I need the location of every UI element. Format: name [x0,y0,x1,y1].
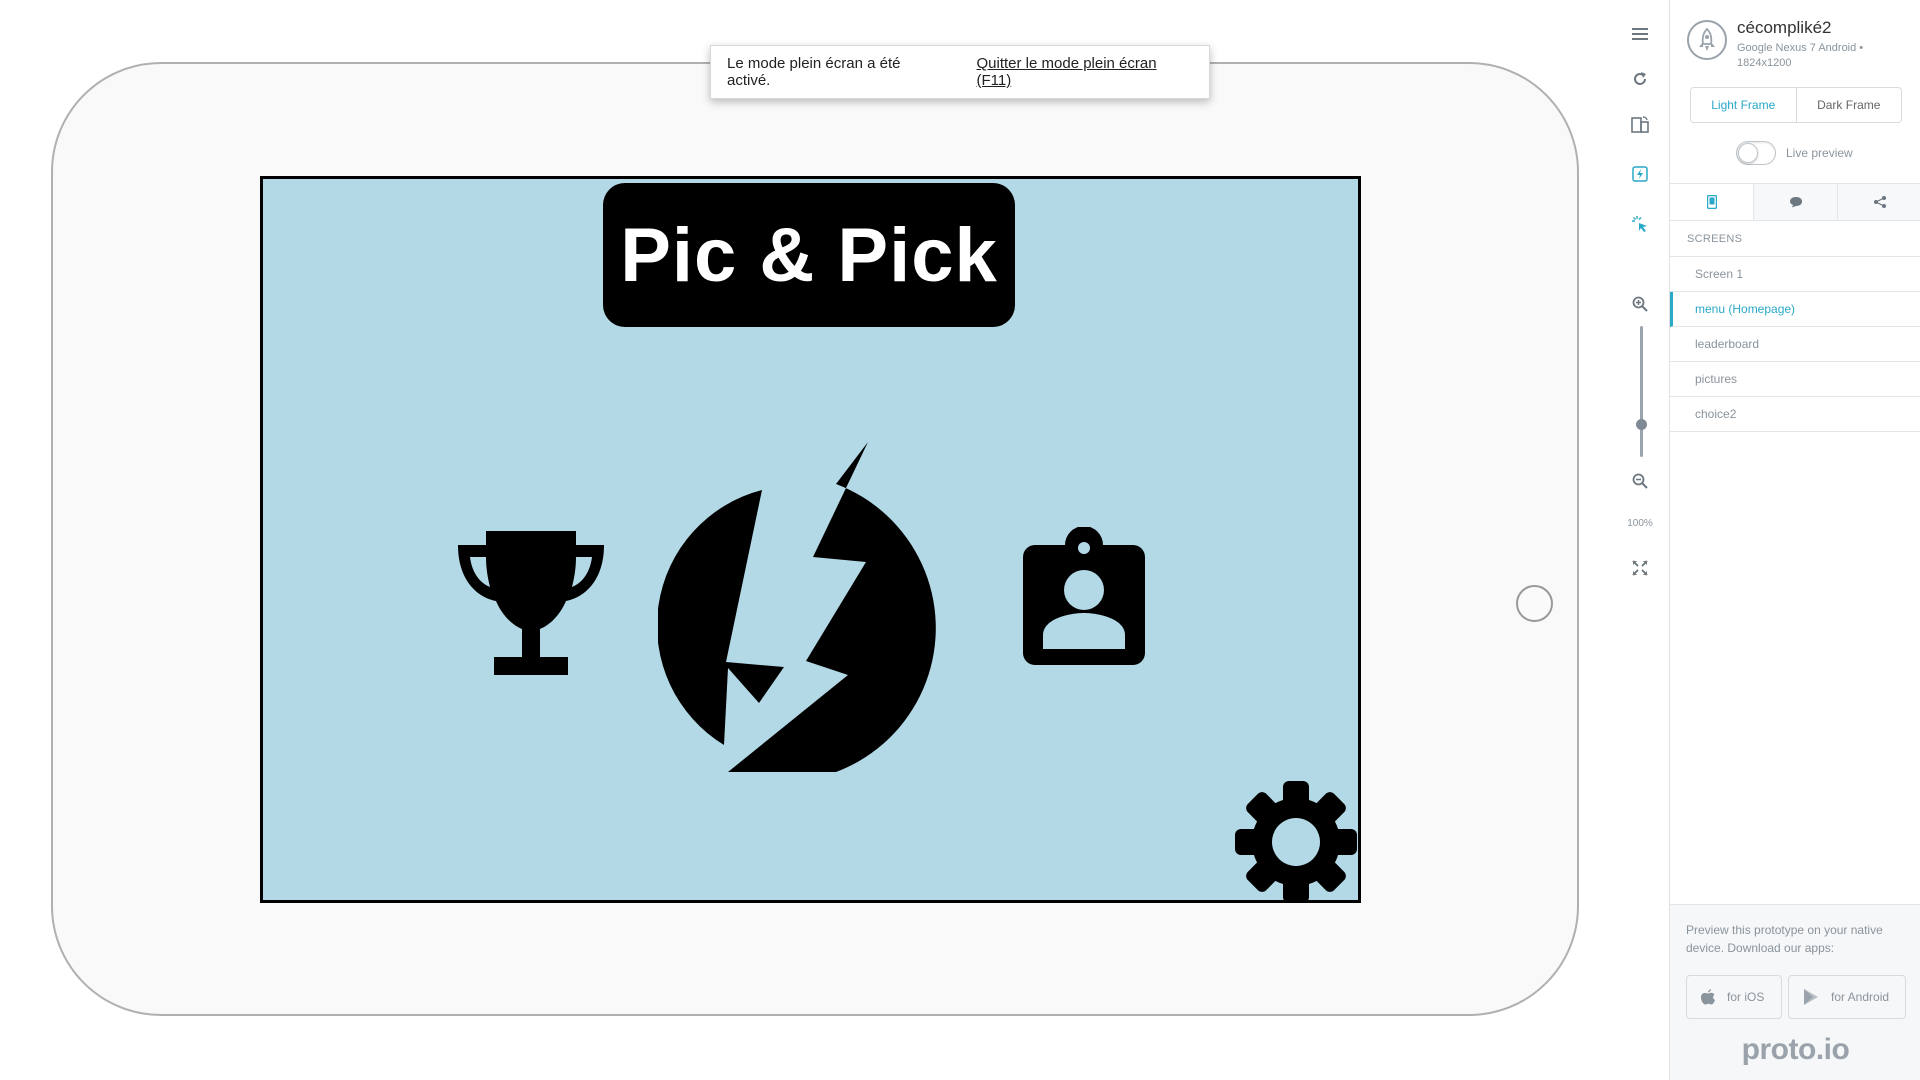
zoom-slider[interactable] [1640,326,1643,457]
android-app-button[interactable]: for Android [1788,975,1906,1019]
settings-gear-icon[interactable] [1233,779,1359,903]
preview-text: Preview this prototype on your native de… [1686,923,1883,955]
screen-item-active[interactable]: menu (Homepage) [1670,292,1920,327]
screen-item[interactable]: Screen 1 [1670,257,1920,292]
android-label: for Android [1831,990,1890,1004]
hotspot-icon[interactable] [1622,206,1658,242]
dark-frame-button[interactable]: Dark Frame [1797,88,1902,122]
refresh-icon[interactable] [1622,61,1658,97]
share-icon [1873,196,1886,208]
prototype-stage: Pic & Pick Le mode plein écran a été act… [0,0,1668,1080]
tab-comments[interactable] [1754,184,1838,220]
ios-label: for iOS [1727,990,1765,1004]
exit-fullscreen-link[interactable]: Quitter le mode plein écran (F11) [976,55,1193,89]
live-preview-toggle[interactable] [1736,141,1776,165]
live-preview-row: Live preview [1736,141,1853,165]
sidebar: cécompliké2 Google Nexus 7 Android • 182… [1669,0,1920,1080]
fullscreen-icon[interactable] [1622,550,1658,586]
device-home-button[interactable] [1516,585,1553,622]
project-name: cécompliké2 [1737,18,1832,37]
zoom-in-icon[interactable] [1622,286,1658,322]
screen-item[interactable]: leaderboard [1670,327,1920,362]
trophy-icon[interactable] [458,529,604,679]
screen-item[interactable]: choice2 [1670,397,1920,432]
prototype-screen: Pic & Pick [260,176,1361,903]
zoom-out-icon[interactable] [1622,463,1658,499]
apple-icon [1701,989,1715,1005]
contact-badge-icon[interactable] [1021,527,1147,667]
zoom-slider-handle[interactable] [1636,419,1647,430]
ios-app-button[interactable]: for iOS [1686,975,1782,1019]
mobile-device-icon [1706,194,1717,209]
frame-toggle: Light Frame Dark Frame [1690,87,1902,123]
toggle-knob [1738,143,1758,163]
app-title: Pic & Pick [603,183,1015,327]
rotate-device-icon[interactable] [1622,107,1658,143]
protoio-logo: proto.io [1741,1033,1850,1066]
app-download-panel: Preview this prototype on your native de… [1670,904,1920,1080]
comment-icon [1789,197,1802,208]
fullscreen-message: Le mode plein écran a été activé. [727,55,901,89]
flash-logo-icon[interactable] [658,437,948,772]
screens-heading: SCREENS [1687,233,1743,245]
play-store-icon [1803,988,1819,1006]
menu-icon[interactable] [1622,16,1658,52]
interactions-icon[interactable] [1622,156,1658,192]
light-frame-button[interactable]: Light Frame [1691,88,1797,122]
preview-toolbar: 100% [1610,0,1670,1080]
screen-list: Screen 1 menu (Homepage) leaderboard pic… [1670,256,1920,432]
device-info: Google Nexus 7 Android • 1824x1200 [1737,42,1864,69]
tab-device[interactable] [1670,184,1754,220]
fullscreen-notice: Le mode plein écran a été activé. Quitte… [710,45,1210,99]
tab-share[interactable] [1838,184,1920,220]
sidebar-tabs [1670,183,1920,221]
live-preview-label: Live preview [1786,146,1853,160]
rocket-icon [1687,20,1727,60]
zoom-level-label: 100% [1627,518,1653,529]
screen-item[interactable]: pictures [1670,362,1920,397]
